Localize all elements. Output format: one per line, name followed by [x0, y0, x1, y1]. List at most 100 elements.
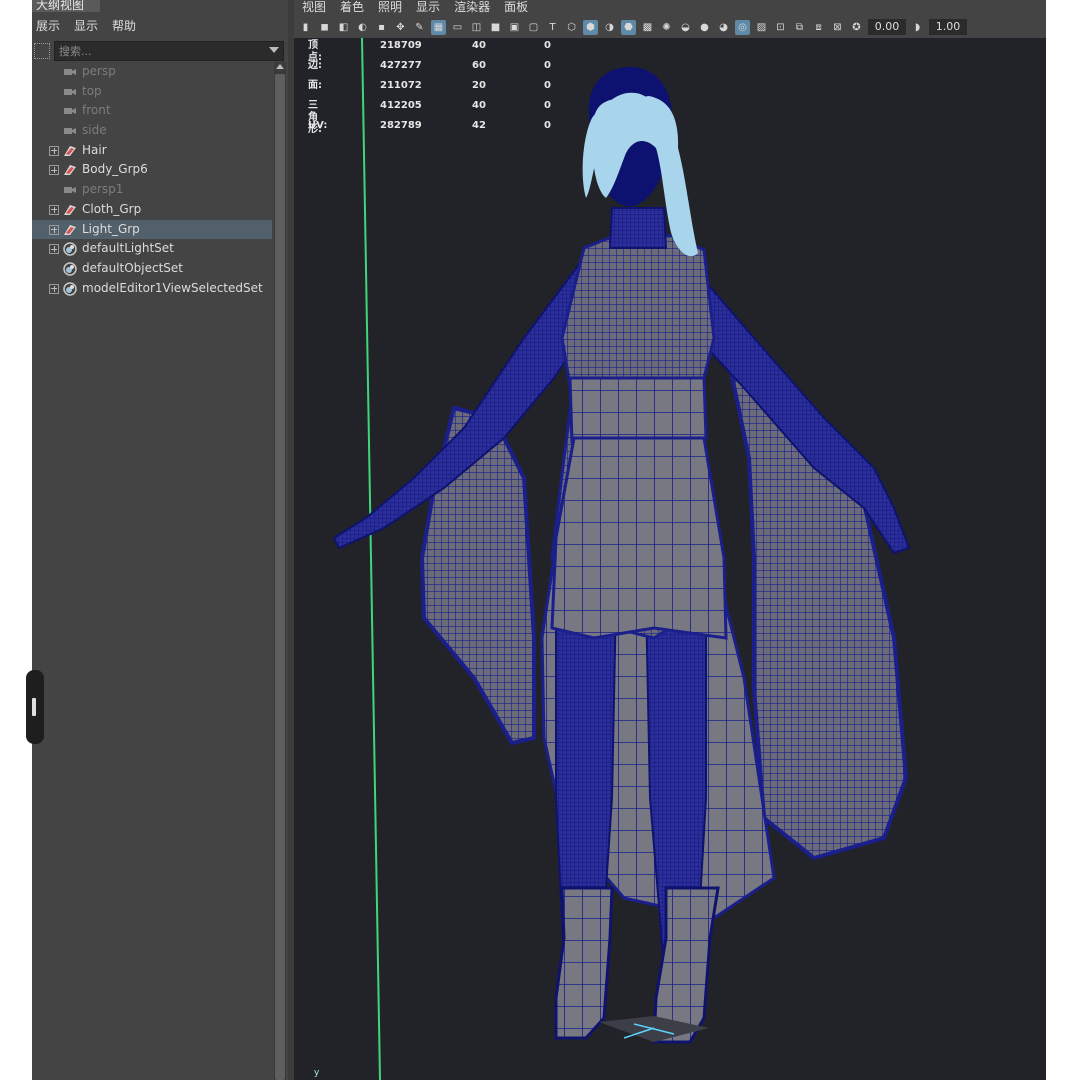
outliner-item[interactable]: Light_Grp: [32, 219, 272, 240]
outliner-menu-display[interactable]: 展示: [36, 17, 60, 34]
gate-mask-icon[interactable]: ■: [488, 20, 503, 35]
outliner-item[interactable]: defaultObjectSet: [32, 259, 272, 279]
camera-attributes-icon[interactable]: ◼: [317, 20, 332, 35]
axis-label-y: y: [314, 1068, 320, 1078]
camera-icon: [62, 124, 78, 138]
outliner-item-label: modelEditor1ViewSelectedSet: [82, 280, 263, 295]
outliner-item-label: defaultObjectSet: [82, 260, 184, 275]
default-material-icon[interactable]: ◑: [602, 20, 617, 35]
grid-axis-line: [361, 38, 381, 1080]
xray-active-icon[interactable]: ⊡: [773, 20, 788, 35]
left-margin: [0, 0, 32, 1080]
resolution-gate-icon[interactable]: ◫: [469, 20, 484, 35]
search-dropdown-icon[interactable]: [269, 47, 279, 53]
scrollbar-thumb[interactable]: [275, 74, 285, 1080]
outliner-item[interactable]: modelEditor1ViewSelectedSet: [32, 279, 272, 299]
hair-top: [606, 92, 653, 117]
scroll-up-icon[interactable]: [276, 64, 284, 69]
outliner-search-row: [32, 40, 288, 62]
camera-lock-icon[interactable]: ▪: [374, 20, 389, 35]
safe-action-icon[interactable]: ▢: [526, 20, 541, 35]
image-plane-icon[interactable]: ◐: [355, 20, 370, 35]
gamma-field[interactable]: 1.00: [929, 19, 967, 35]
expand-icon[interactable]: [49, 224, 59, 235]
xray-joints-icon[interactable]: ▨: [754, 20, 769, 35]
outliner-item[interactable]: Cloth_Grp: [32, 200, 272, 220]
outliner-item[interactable]: persp: [32, 62, 272, 82]
viewport-panel: 视图 着色 照明 显示 渲染器 面板 ▮ ◼ ◧ ◐ ▪ ✥ ✎ ▦ ▭ ◫ ■…: [294, 0, 1046, 1080]
belt: [568, 376, 708, 444]
hud-uv: 0: [544, 60, 551, 71]
grip-icon: [32, 698, 36, 716]
outliner-panel: 大纲视图 展示 显示 帮助 persp top front side Hair Body_…: [32, 0, 288, 1080]
exposure-field[interactable]: 0.00: [868, 19, 906, 35]
outliner-item[interactable]: persp1: [32, 180, 272, 200]
outliner-item[interactable]: Hair: [32, 141, 272, 161]
viewport-menu-renderer[interactable]: 渲染器: [454, 1, 490, 13]
camera-icon: [62, 183, 78, 197]
panel-collapse-handle[interactable]: [26, 670, 44, 744]
viewport-menu-bar: 视图 着色 照明 显示 渲染器 面板: [294, 0, 528, 14]
select-camera-icon[interactable]: ▮: [298, 20, 313, 35]
grid-icon[interactable]: ▦: [431, 19, 446, 35]
outliner-menu-show[interactable]: 显示: [74, 17, 98, 34]
outliner-item[interactable]: defaultLightSet: [32, 239, 272, 259]
grease-pencil-icon[interactable]: ✎: [412, 20, 427, 35]
expand-icon[interactable]: [49, 165, 59, 176]
wireframe-icon[interactable]: ⬡: [564, 20, 579, 35]
outliner-item-label: persp1: [82, 182, 124, 197]
isolate-select-icon[interactable]: ◎: [735, 19, 750, 35]
filter-icon[interactable]: [34, 43, 50, 59]
outliner-search-box[interactable]: [54, 41, 284, 61]
outliner-scrollbar[interactable]: [274, 62, 286, 1080]
gamma-icon[interactable]: ◗: [910, 20, 925, 35]
exposure-icon[interactable]: ✪: [849, 20, 864, 35]
front-skirt: [550, 436, 728, 640]
outliner-item[interactable]: side: [32, 121, 272, 141]
search-input[interactable]: [55, 42, 261, 60]
neck: [608, 207, 668, 249]
hud-selected: 40: [472, 100, 486, 111]
expand-icon[interactable]: [49, 283, 59, 294]
expand-icon[interactable]: [49, 145, 59, 156]
bookmark-icon[interactable]: ◧: [336, 20, 351, 35]
multi-sample-icon[interactable]: ⧉: [792, 20, 807, 35]
outliner-item-label: defaultLightSet: [82, 241, 174, 256]
safe-title-icon[interactable]: T: [545, 20, 560, 35]
film-gate-icon[interactable]: ▭: [450, 20, 465, 35]
expand-icon[interactable]: [49, 204, 59, 215]
outliner-item-label: Light_Grp: [82, 221, 140, 236]
camera-icon: [62, 85, 78, 99]
viewport-menu-lighting[interactable]: 照明: [378, 1, 402, 13]
xray-icon[interactable]: ▩: [640, 20, 655, 35]
right-margin: [1046, 0, 1080, 1080]
viewport-menu-show[interactable]: 显示: [416, 1, 440, 13]
group-icon: [62, 223, 78, 237]
outliner-item[interactable]: Body_Grp6: [32, 160, 272, 180]
wireframe-on-shaded-icon[interactable]: ⬣: [621, 19, 636, 35]
hud-total: 211072: [380, 80, 422, 91]
viewport-menu-view[interactable]: 视图: [302, 1, 326, 13]
outliner-menu-help[interactable]: 帮助: [112, 17, 136, 34]
outliner-item[interactable]: front: [32, 101, 272, 121]
hud-label: UV:: [308, 120, 328, 131]
hud-label: 面:: [308, 80, 322, 91]
hud-selected: 20: [472, 80, 486, 91]
shadows-icon[interactable]: ◒: [678, 20, 693, 35]
use-all-lights-icon[interactable]: ✺: [659, 20, 674, 35]
outliner-item[interactable]: top: [32, 82, 272, 102]
3d-viewport[interactable]: 顶点: 218709 40 0 边: 427277 60 0 面: 211072 20 0 三角形: 41…: [294, 38, 1046, 1080]
field-chart-icon[interactable]: ▣: [507, 20, 522, 35]
2d-pan-zoom-icon[interactable]: ✥: [393, 20, 408, 35]
screen-space-ao-icon[interactable]: ⧈: [811, 20, 826, 35]
ambient-occlusion-icon[interactable]: ●: [697, 20, 712, 35]
smooth-shade-icon[interactable]: ⬢: [583, 19, 598, 35]
texture-icon[interactable]: ⊠: [830, 20, 845, 35]
hud-selected: 40: [472, 40, 486, 51]
viewport-menu-shading[interactable]: 着色: [340, 1, 364, 13]
viewport-menu-panels[interactable]: 面板: [504, 1, 528, 13]
motion-blur-icon[interactable]: ◕: [716, 20, 731, 35]
outliner-tree: persp top front side Hair Body_Grp6 persp1 Clot…: [32, 62, 272, 298]
expand-icon[interactable]: [49, 244, 59, 255]
set-icon: [62, 242, 78, 256]
